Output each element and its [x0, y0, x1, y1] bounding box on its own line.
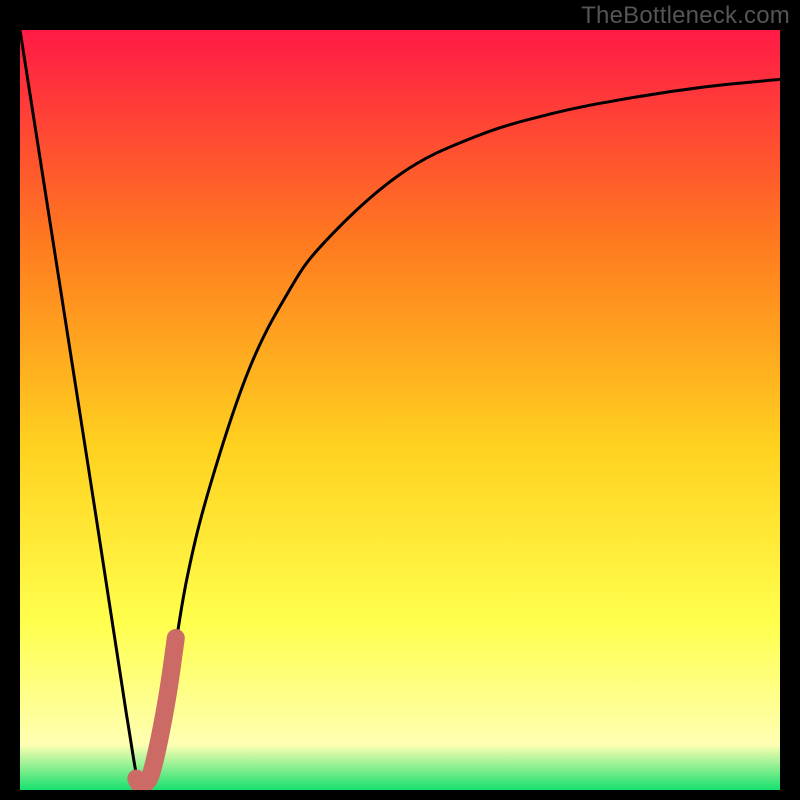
- plot-area: [20, 30, 780, 790]
- chart-canvas: TheBottleneck.com: [0, 0, 800, 800]
- chart-svg: [20, 30, 780, 790]
- watermark-text: TheBottleneck.com: [581, 2, 790, 30]
- gradient-background: [20, 30, 780, 790]
